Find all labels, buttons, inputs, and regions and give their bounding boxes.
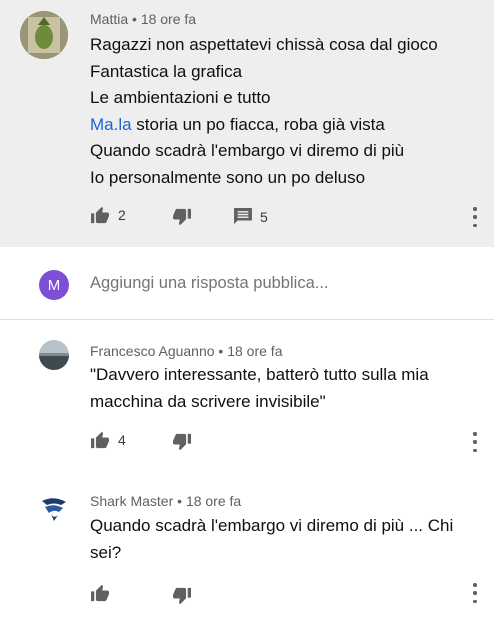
comment-text: "Davvero interessante, batterò tutto sul… (90, 362, 429, 415)
reply-input[interactable] (90, 274, 470, 293)
comment-francesco: Francesco Aguanno • 18 ore fa "Davvero i… (0, 320, 494, 470)
timestamp: 18 ore fa (140, 11, 197, 27)
author-name[interactable]: Mattia (90, 11, 128, 27)
comment-meta: Francesco Aguanno • 18 ore fa (90, 343, 282, 359)
comment-line: Quando scadrà l'embargo vi diremo di più… (90, 516, 454, 535)
like-count: 4 (118, 432, 126, 448)
dislike-button[interactable] (172, 208, 192, 226)
comment-meta: Shark Master • 18 ore fa (90, 493, 241, 509)
comment-line: Fantastica la grafica (90, 61, 243, 81)
meta-separator: • (173, 493, 186, 509)
comment-line-rest: storia un po fiacca, roba già vista (131, 114, 385, 134)
dislike-button[interactable] (172, 587, 192, 605)
comment-line: "Davvero interessante, batterò tutto sul… (90, 365, 429, 384)
avatar-image (39, 340, 69, 370)
timestamp: 18 ore fa (185, 493, 242, 509)
thumbs-up-icon (91, 584, 109, 602)
replies-button[interactable]: 5 (234, 208, 268, 225)
comment-line: Io personalmente sono un po deluso (90, 167, 366, 187)
meta-separator: • (128, 11, 141, 27)
comment-text: Quando scadrà l'embargo vi diremo di più… (90, 513, 453, 566)
meta-separator: • (214, 343, 228, 359)
inline-link[interactable]: Ma.la (90, 115, 132, 134)
comment-text: Ragazzi non aspettatevi chissà cosa dal … (90, 32, 438, 191)
comment-line: Ragazzi non aspettatevi chissà cosa dal … (90, 35, 438, 54)
avatar: M (39, 270, 69, 300)
comment-icon (234, 208, 252, 225)
avatar[interactable] (20, 11, 68, 59)
reply-count: 5 (260, 208, 268, 225)
comment-line: macchina da scrivere invisibile" (90, 391, 326, 411)
avatar[interactable] (39, 340, 69, 370)
comment-line: sei? (90, 542, 122, 562)
thumbs-down-icon (173, 433, 191, 451)
thumbs-up-icon (91, 431, 109, 449)
more-vert-icon[interactable] (472, 207, 478, 227)
comment-mattia: Mattia • 18 ore fa Ragazzi non aspettate… (0, 0, 494, 247)
avatar-image (39, 493, 69, 523)
more-vert-icon[interactable] (472, 432, 478, 452)
comment-line: Le ambientazioni e tutto (90, 88, 271, 107)
reply-composer: M (0, 247, 494, 320)
comment-meta: Mattia • 18 ore fa (90, 11, 196, 27)
thumbs-down-icon (173, 208, 191, 226)
thumbs-down-icon (173, 587, 191, 605)
avatar[interactable] (39, 493, 69, 523)
author-name[interactable]: Francesco Aguanno (90, 343, 215, 359)
more-vert-icon[interactable] (472, 583, 478, 603)
like-button[interactable] (90, 584, 110, 602)
author-name[interactable]: Shark Master (90, 493, 173, 509)
timestamp: 18 ore fa (227, 343, 283, 359)
like-button[interactable]: 2 (90, 206, 126, 224)
dislike-button[interactable] (172, 433, 192, 451)
avatar-image (20, 11, 68, 59)
like-button[interactable]: 4 (90, 431, 126, 449)
like-count: 2 (118, 207, 126, 223)
thumbs-up-icon (91, 206, 109, 224)
comment-line: Quando scadrà l'embargo vi diremo di più (90, 141, 405, 160)
comment-line: Ma.la storia un po fiacca, roba già vist… (90, 112, 438, 139)
comment-shark-master: Shark Master • 18 ore fa Quando scadrà l… (0, 475, 494, 625)
